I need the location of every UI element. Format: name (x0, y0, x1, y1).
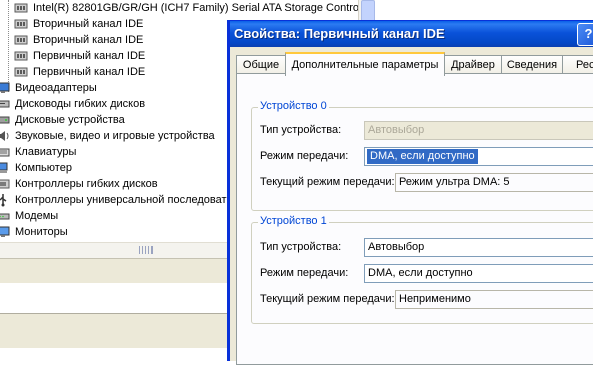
tab-general[interactable]: Общие (236, 55, 286, 74)
tab-resources[interactable]: Ресу (562, 55, 593, 74)
tree-item-label: Видеоадаптеры (15, 82, 97, 94)
tree-item-label: Вторичный канал IDE (33, 34, 144, 46)
background-window-frame (0, 313, 228, 348)
computer-icon (0, 161, 10, 175)
readout-text: Неприменимо (399, 293, 471, 305)
floppy-controller-icon (0, 177, 10, 191)
select-value: DMA, если доступно (368, 267, 473, 279)
dialog-title: Свойства: Первичный канал IDE (234, 26, 445, 41)
current-mode-label: Текущий режим передачи: (260, 293, 395, 305)
current-mode-value: Неприменимо (395, 290, 593, 309)
tab-advanced-settings[interactable]: Дополнительные параметры (285, 52, 445, 76)
ide-controller-icon (14, 1, 28, 15)
tree-connector (8, 0, 9, 92)
display-adapter-icon (0, 81, 10, 95)
tree-item-label: Контроллеры универсальной последоват (15, 194, 227, 206)
modem-icon (0, 209, 10, 223)
tree-item-label: Мониторы (15, 226, 68, 238)
tree-item-label: Intel(R) 82801GB/GR/GH (ICH7 Family) Ser… (33, 2, 358, 14)
ide-controller-icon (14, 17, 28, 31)
device-type-label: Тип устройства: (260, 124, 342, 136)
select-value: DMA, если доступно (367, 149, 478, 164)
dialog-titlebar[interactable]: Свойства: Первичный канал IDE ? (230, 21, 593, 47)
keyboard-icon (0, 145, 10, 159)
floppy-drive-icon (0, 97, 10, 111)
transfer-mode-label: Режим передачи: (260, 267, 349, 279)
tree-item-label: Компьютер (15, 162, 72, 174)
tree-item-label: Дисковые устройства (15, 114, 125, 126)
ide-controller-icon (14, 65, 28, 79)
tree-item-label: Первичный канал IDE (33, 50, 146, 62)
tree-item-label: Звуковые, видео и игровые устройства (15, 130, 215, 142)
tree-item-label: Первичный канал IDE (33, 66, 146, 78)
tree-item-label: Клавиатуры (15, 146, 77, 158)
device-type-label: Тип устройства: (260, 241, 342, 253)
sound-device-icon (0, 129, 10, 143)
tree-item-label: Вторичный канал IDE (33, 18, 144, 30)
current-mode-value: Режим ультра DMA: 5 (395, 173, 593, 192)
ide-controller-icon (14, 49, 28, 63)
desktop-background (0, 283, 228, 313)
group-title: Устройство 0 (258, 100, 329, 112)
scrollbar-grip-icon[interactable] (139, 246, 153, 254)
transfer-mode-label: Режим передачи: (260, 150, 349, 162)
properties-dialog: Свойства: Первичный канал IDE ? Общие До… (227, 20, 593, 365)
tab-driver[interactable]: Драйвер (444, 55, 502, 74)
device1-group: Устройство 1 Тип устройства: Автовыбор Р… (251, 215, 593, 324)
device-type-select[interactable]: Автовыбор (364, 238, 593, 257)
tree-item-label: Контроллеры гибких дисков (15, 178, 158, 190)
device-type-select[interactable]: Автовыбор (364, 121, 593, 140)
ide-controller-icon (14, 33, 28, 47)
help-button[interactable]: ? (577, 23, 593, 46)
tree-item-label: Модемы (15, 210, 59, 222)
status-bar (0, 258, 228, 284)
current-mode-label: Текущий режим передачи: (260, 176, 395, 188)
tree-item-label: Дисководы гибких дисков (15, 98, 146, 110)
usb-controller-icon (0, 193, 10, 207)
select-value: Автовыбор (368, 124, 425, 136)
transfer-mode-select[interactable]: DMA, если доступно (364, 264, 593, 283)
device0-group: Устройство 0 Тип устройства: Автовыбор Р… (251, 100, 593, 211)
disk-drive-icon (0, 113, 10, 127)
monitor-icon (0, 225, 10, 239)
tab-panel-advanced: Устройство 0 Тип устройства: Автовыбор Р… (236, 73, 593, 365)
select-value: Автовыбор (368, 241, 425, 253)
tab-details[interactable]: Сведения (501, 55, 563, 74)
readout-text: Режим ультра DMA: 5 (399, 176, 510, 188)
group-title: Устройство 1 (258, 215, 329, 227)
transfer-mode-select[interactable]: DMA, если доступно (364, 147, 593, 166)
